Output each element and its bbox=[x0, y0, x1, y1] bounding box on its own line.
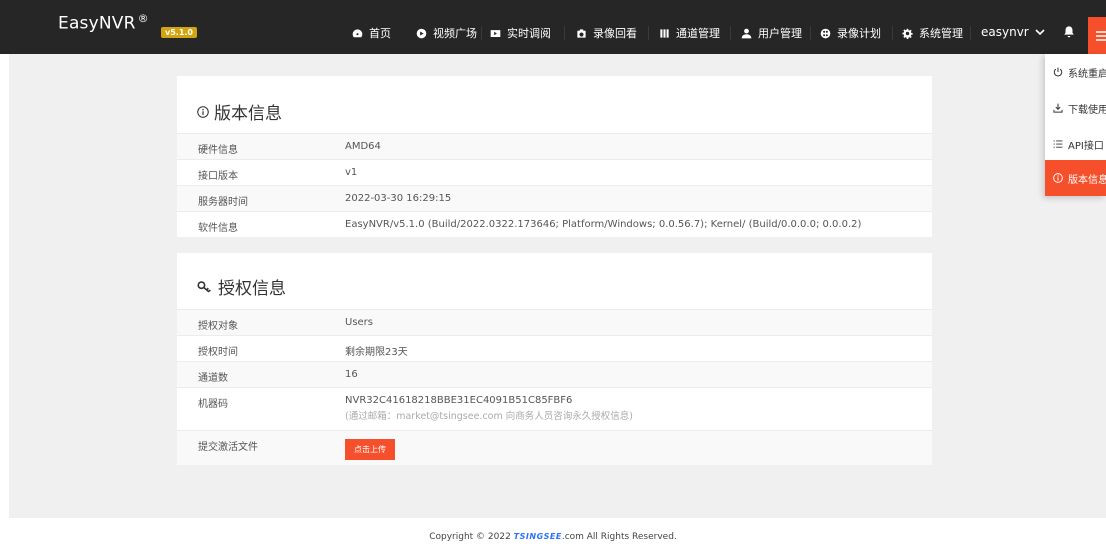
row-value: 2022-03-30 16:29:15 bbox=[345, 193, 452, 204]
nav-home-label: 首页 bbox=[369, 27, 391, 40]
power-icon bbox=[1053, 67, 1063, 77]
row-key: 硬件信息 bbox=[198, 145, 238, 156]
menu-item-api[interactable]: API接口 bbox=[1045, 126, 1106, 162]
row-key: 服务器时间 bbox=[198, 197, 248, 208]
settings-dropdown: 系统重启 下载使用 API接口 版本信息 bbox=[1045, 54, 1106, 196]
menu-item-version[interactable]: 版本信息 bbox=[1045, 160, 1106, 196]
brand-mark: ® bbox=[137, 12, 149, 25]
license-row-activation: 提交激活文件 点击上传 bbox=[177, 430, 932, 465]
nav-divider bbox=[810, 26, 811, 40]
row-value: v1 bbox=[345, 167, 358, 178]
menu-item-label: API接口 bbox=[1068, 140, 1104, 152]
gear-icon bbox=[902, 28, 913, 39]
upload-button[interactable]: 点击上传 bbox=[345, 439, 395, 460]
license-row-time: 授权时间 剩余期限23天 bbox=[177, 335, 932, 361]
reel-icon bbox=[820, 28, 831, 39]
row-key: 提交激活文件 bbox=[198, 442, 258, 453]
row-note: (通过邮箱：market@tsingsee.com 向商务人员咨询永久授权信息) bbox=[345, 411, 633, 422]
version-card-title: 版本信息 bbox=[197, 99, 282, 124]
nav-home[interactable]: 首页 bbox=[352, 25, 391, 41]
dashboard-icon bbox=[352, 28, 363, 39]
version-card-title-text: 版本信息 bbox=[214, 104, 282, 124]
top-navbar: EasyNVR ® v5.1.0 首页 视频广场 实时调阅 录像回看 通道管理 用… bbox=[0, 0, 1106, 54]
info-row-api-version: 接口版本 v1 bbox=[177, 159, 932, 185]
user-menu[interactable]: easynvr bbox=[981, 25, 1046, 39]
nav-record-plan[interactable]: 录像计划 bbox=[820, 25, 881, 41]
footer-rights: .com All Rights Reserved. bbox=[561, 532, 677, 542]
row-key: 接口版本 bbox=[198, 171, 238, 182]
brand-name: EasyNVR bbox=[58, 13, 136, 34]
info-row-hardware: 硬件信息 AMD64 bbox=[177, 133, 932, 159]
user-name: easynvr bbox=[981, 25, 1029, 39]
list-icon bbox=[1053, 139, 1063, 149]
nav-divider bbox=[970, 26, 971, 40]
menu-toggle-button[interactable] bbox=[1088, 17, 1106, 54]
nav-record-plan-label: 录像计划 bbox=[837, 27, 881, 40]
user-icon bbox=[741, 28, 752, 39]
nav-divider bbox=[481, 26, 482, 40]
row-value: 剩余期限23天 bbox=[345, 347, 408, 358]
row-key: 授权时间 bbox=[198, 347, 238, 358]
footer-copyright: Copyright © 2022 bbox=[429, 532, 514, 542]
row-value: NVR32C41618218BBE31EC4091B51C85FBF6 bbox=[345, 395, 573, 406]
info-row-server-time: 服务器时间 2022-03-30 16:29:15 bbox=[177, 185, 932, 211]
nav-divider bbox=[730, 26, 731, 40]
bell-icon[interactable] bbox=[1062, 25, 1076, 39]
bars-icon bbox=[659, 28, 670, 39]
nav-channels-label: 通道管理 bbox=[676, 27, 720, 40]
nav-divider bbox=[564, 26, 565, 40]
menu-item-restart[interactable]: 系统重启 bbox=[1045, 54, 1106, 90]
nav-users[interactable]: 用户管理 bbox=[741, 25, 802, 41]
brand-logo[interactable]: EasyNVR ® bbox=[58, 12, 149, 34]
license-row-machine-code: 机器码 NVR32C41618218BBE31EC4091B51C85FBF6 … bbox=[177, 387, 932, 430]
row-key: 软件信息 bbox=[198, 223, 238, 234]
chevron-down-icon bbox=[1035, 29, 1045, 36]
menu-item-label: 版本信息 bbox=[1068, 174, 1106, 186]
nav-live-view[interactable]: 实时调阅 bbox=[490, 25, 551, 41]
nav-video-square[interactable]: 视频广场 bbox=[416, 25, 477, 41]
play-circle-icon bbox=[416, 28, 427, 39]
license-info-card: 授权信息 授权对象 Users 授权时间 剩余期限23天 通道数 16 机器码 … bbox=[177, 253, 932, 465]
version-badge: v5.1.0 bbox=[161, 27, 197, 38]
version-info-card: 版本信息 硬件信息 AMD64 接口版本 v1 服务器时间 2022-03-30… bbox=[177, 76, 932, 237]
row-value: AMD64 bbox=[345, 141, 381, 152]
license-card-title: 授权信息 bbox=[197, 274, 286, 299]
license-row-target: 授权对象 Users bbox=[177, 309, 932, 335]
row-value: EasyNVR/v5.1.0 (Build/2022.0322.173646; … bbox=[345, 219, 862, 230]
info-icon bbox=[1053, 173, 1063, 183]
menu-item-download[interactable]: 下载使用 bbox=[1045, 90, 1106, 126]
nav-divider bbox=[648, 26, 649, 40]
key-icon bbox=[197, 280, 213, 294]
nav-video-square-label: 视频广场 bbox=[433, 27, 477, 40]
row-value: 16 bbox=[345, 369, 358, 380]
nav-system-label: 系统管理 bbox=[919, 27, 963, 40]
footer: Copyright © 2022 TSINGSEE.com All Rights… bbox=[0, 532, 1106, 542]
row-key: 机器码 bbox=[198, 399, 228, 410]
menu-item-label: 系统重启 bbox=[1068, 68, 1106, 80]
row-key: 通道数 bbox=[198, 373, 228, 384]
nav-system[interactable]: 系统管理 bbox=[902, 25, 963, 41]
license-card-title-text: 授权信息 bbox=[218, 279, 286, 299]
nav-playback-label: 录像回看 bbox=[593, 27, 637, 40]
camera-icon bbox=[576, 28, 587, 39]
footer-logo: TSINGSEE bbox=[513, 532, 562, 541]
menu-item-label: 下载使用 bbox=[1068, 104, 1106, 116]
info-row-software: 软件信息 EasyNVR/v5.1.0 (Build/2022.0322.173… bbox=[177, 211, 932, 237]
hamburger-icon bbox=[1096, 30, 1106, 41]
nav-channels[interactable]: 通道管理 bbox=[659, 25, 720, 41]
row-value: Users bbox=[345, 317, 374, 328]
nav-divider bbox=[892, 26, 893, 40]
nav-playback[interactable]: 录像回看 bbox=[576, 25, 637, 41]
row-key: 授权对象 bbox=[198, 321, 238, 332]
video-icon bbox=[490, 28, 501, 39]
download-icon bbox=[1053, 103, 1063, 113]
license-row-channels: 通道数 16 bbox=[177, 361, 932, 387]
nav-users-label: 用户管理 bbox=[758, 27, 802, 40]
info-icon bbox=[197, 105, 209, 118]
nav-live-view-label: 实时调阅 bbox=[507, 27, 551, 40]
